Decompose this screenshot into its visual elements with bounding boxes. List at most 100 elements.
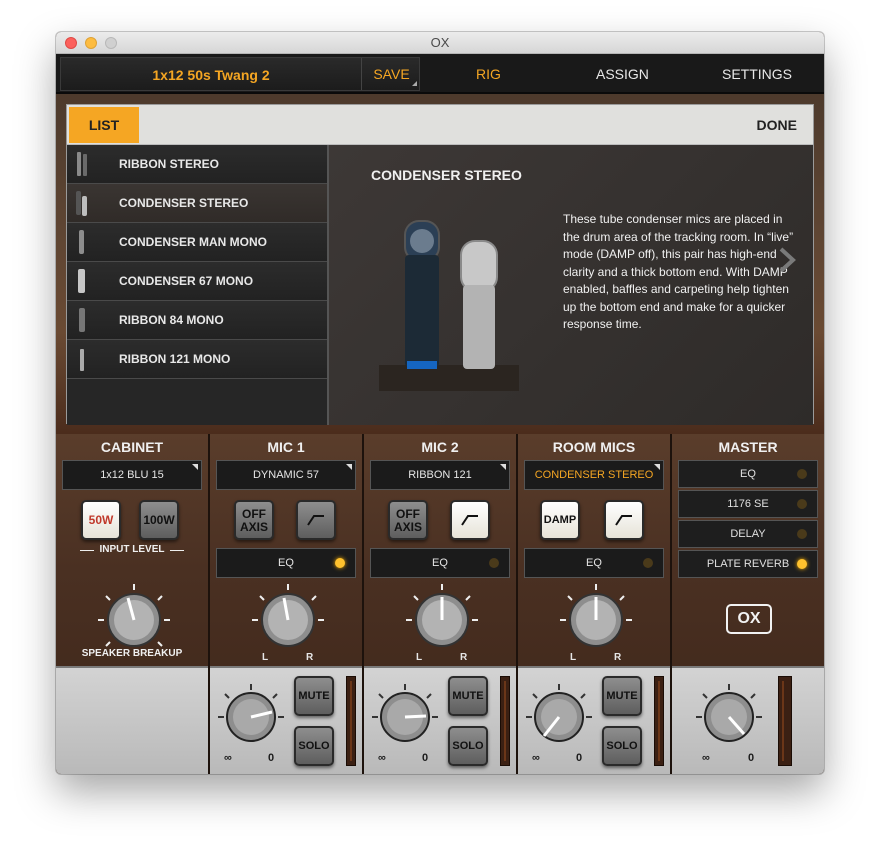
condenser-mic-icon <box>79 230 84 254</box>
done-button[interactable]: DONE <box>757 117 797 133</box>
mic1-title: MIC 1 <box>267 439 305 455</box>
save-button[interactable]: SAVE <box>361 58 421 90</box>
window-title: OX <box>430 35 450 50</box>
100w-button[interactable]: 100W <box>139 500 179 540</box>
master-delay-led <box>797 529 807 539</box>
speaker-breakup-knob[interactable] <box>96 582 172 658</box>
zoom-window-button[interactable] <box>105 37 117 49</box>
room-mics-selector[interactable]: CONDENSER STEREO <box>524 460 664 490</box>
condenser-mic-icon <box>78 269 85 293</box>
mic1-hpf-button[interactable] <box>296 500 336 540</box>
preset-selector[interactable]: 1x12 50s Twang 2 SAVE <box>60 57 420 91</box>
room-solo-button[interactable]: SOLO <box>602 726 642 766</box>
mic1-eq-led <box>335 558 345 568</box>
panel-header: LIST DONE <box>67 105 813 145</box>
input-level-label: INPUT LEVEL <box>80 544 184 555</box>
mic1-level-meter <box>346 676 356 766</box>
tab-rig[interactable]: RIG <box>476 66 501 82</box>
minimize-window-button[interactable] <box>85 37 97 49</box>
mic1-pan-knob[interactable] <box>250 582 326 658</box>
master-1176-button[interactable]: 1176 SE <box>678 490 818 518</box>
mic2-pan-knob[interactable] <box>404 582 480 658</box>
mic2-hpf-button[interactable] <box>450 500 490 540</box>
chevron-right-icon[interactable] <box>777 245 797 275</box>
mic2-mute-button[interactable]: MUTE <box>448 676 488 716</box>
detail-title: CONDENSER STEREO <box>371 167 522 183</box>
list-item[interactable]: RIBBON STEREO <box>67 145 327 184</box>
mic2-lower: ∞ 0 MUTE SOLO <box>364 666 516 774</box>
mic2-level-meter <box>500 676 510 766</box>
room-width-knob[interactable] <box>558 582 634 658</box>
mic2-pan-l-label: L <box>416 652 423 663</box>
room-r-label: R <box>614 652 622 663</box>
mic2-off-axis-button[interactable]: OFF AXIS <box>388 500 428 540</box>
room-hpf-button[interactable] <box>604 500 644 540</box>
mixer: CABINET 1x12 BLU 15 50W 100W INPUT LEVEL… <box>56 434 824 774</box>
50w-button[interactable]: 50W <box>81 500 121 540</box>
mic1-pan-l-label: L <box>262 652 269 663</box>
ribbon-mic-icon <box>77 152 87 176</box>
app-window: OX 1x12 50s Twang 2 SAVE RIG ASSIGN SETT… <box>56 32 824 774</box>
mic2-selector[interactable]: RIBBON 121 <box>370 460 510 490</box>
list-item[interactable]: RIBBON 84 MONO <box>67 301 327 340</box>
ox-logo: OX <box>726 604 772 634</box>
mic2-solo-button[interactable]: SOLO <box>448 726 488 766</box>
room-mics-strip: ROOM MICS CONDENSER STEREO DAMP EQ L R ∞… <box>518 434 672 774</box>
mic1-eq-button[interactable]: EQ <box>216 548 356 578</box>
close-window-button[interactable] <box>65 37 77 49</box>
mic2-title: MIC 2 <box>421 439 459 455</box>
damp-button[interactable]: DAMP <box>540 500 580 540</box>
master-level-knob[interactable] <box>694 682 764 752</box>
list-item[interactable]: CONDENSER MAN MONO <box>67 223 327 262</box>
room-level-knob[interactable] <box>524 682 594 752</box>
mic1-selector[interactable]: DYNAMIC 57 <box>216 460 356 490</box>
high-pass-icon <box>461 515 478 526</box>
room-eq-led <box>643 558 653 568</box>
list-item[interactable]: CONDENSER STEREO <box>67 184 327 223</box>
tab-assign[interactable]: ASSIGN <box>596 66 649 82</box>
cabinet-strip: CABINET 1x12 BLU 15 50W 100W INPUT LEVEL… <box>56 434 210 774</box>
room-lower: ∞ 0 MUTE SOLO <box>518 666 670 774</box>
master-reverb-button[interactable]: PLATE REVERB <box>678 550 818 578</box>
room-mute-button[interactable]: MUTE <box>602 676 642 716</box>
mic2-strip: MIC 2 RIBBON 121 OFF AXIS EQ L R ∞ 0 MUT… <box>364 434 518 774</box>
room-mics-title: ROOM MICS <box>552 439 636 455</box>
mic2-pan-r-label: R <box>460 652 468 663</box>
list-item[interactable]: RIBBON 121 MONO <box>67 340 327 379</box>
mic-browser-panel: LIST DONE RIBBON STEREO CONDENSER STEREO… <box>66 104 814 425</box>
master-eq-button[interactable]: EQ <box>678 460 818 488</box>
mic-detail: CONDENSER STEREO These tube condenser mi… <box>327 145 813 425</box>
master-eq-led <box>797 469 807 479</box>
master-1176-led <box>797 499 807 509</box>
master-lower: ∞ 0 <box>672 666 824 774</box>
master-delay-button[interactable]: DELAY <box>678 520 818 548</box>
high-pass-icon <box>615 515 632 526</box>
ribbon-mic-icon <box>79 308 85 332</box>
speaker-breakup-label: SPEAKER BREAKUP <box>81 648 183 659</box>
mic1-level-knob[interactable] <box>216 682 286 752</box>
list-item[interactable]: CONDENSER 67 MONO <box>67 262 327 301</box>
mic1-solo-button[interactable]: SOLO <box>294 726 334 766</box>
room-background: LIST DONE RIBBON STEREO CONDENSER STEREO… <box>56 94 824 434</box>
mic2-eq-led <box>489 558 499 568</box>
mic1-strip: MIC 1 DYNAMIC 57 OFF AXIS EQ L R ∞ 0 MUT… <box>210 434 364 774</box>
cabinet-lower <box>56 666 208 774</box>
tab-settings[interactable]: SETTINGS <box>722 66 792 82</box>
cabinet-selector[interactable]: 1x12 BLU 15 <box>62 460 202 490</box>
title-bar: OX <box>56 32 824 54</box>
mic2-eq-button[interactable]: EQ <box>370 548 510 578</box>
master-level-meter <box>778 676 792 766</box>
preset-name[interactable]: 1x12 50s Twang 2 <box>61 67 361 83</box>
mic2-level-knob[interactable] <box>370 682 440 752</box>
mic1-off-axis-button[interactable]: OFF AXIS <box>234 500 274 540</box>
mic-list: RIBBON STEREO CONDENSER STEREO CONDENSER… <box>67 145 327 425</box>
room-level-meter <box>654 676 664 766</box>
cabinet-title: CABINET <box>100 439 164 455</box>
high-pass-icon <box>307 515 324 526</box>
ribbon-mic-icon <box>80 349 84 371</box>
detail-description: These tube condenser mics are placed in … <box>563 212 794 331</box>
mic1-mute-button[interactable]: MUTE <box>294 676 334 716</box>
condenser-mic-icon <box>76 191 87 216</box>
list-tab[interactable]: LIST <box>69 107 139 143</box>
room-eq-button[interactable]: EQ <box>524 548 664 578</box>
